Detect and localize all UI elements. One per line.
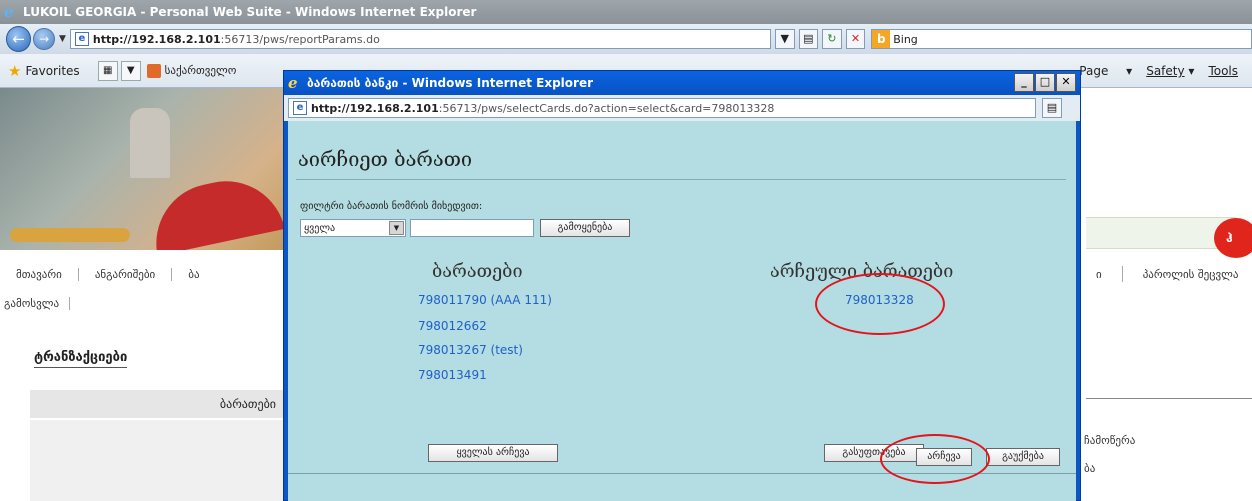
filter-label: ფილტრი ბარათის ნომრის მიხედვით: (300, 201, 483, 212)
available-cards-title: ბარათები (432, 261, 523, 282)
history-dropdown-icon[interactable]: ▼ (59, 34, 66, 44)
red-round-button[interactable]: ჰ (1214, 218, 1252, 258)
favorites-star-icon[interactable]: ★ (8, 62, 21, 80)
header-banner-image (0, 88, 290, 250)
main-url-field[interactable]: e http://192.168.2.101 :56713/pws/report… (69, 29, 771, 49)
popup-url-host: http://192.168.2.101 (311, 101, 439, 115)
main-window-title: LUKOIL GEORGIA - Personal Web Suite - Wi… (23, 5, 477, 19)
close-button[interactable]: ✕ (1056, 73, 1076, 92)
select-arrow-icon[interactable]: ▼ (389, 221, 404, 235)
available-card-item[interactable]: 798013491 (418, 368, 487, 382)
popup-ie-logo-icon: e (288, 74, 298, 92)
search-field[interactable]: b Bing (871, 29, 1252, 49)
command-bar: Page ▾ Safety ▾ Tools (1079, 54, 1252, 88)
cancel-button[interactable]: გაუქმება (986, 448, 1060, 466)
nav-change-password[interactable]: პაროლის შეცვლა (1133, 268, 1249, 281)
url-dropdown-icon[interactable]: ▼ (774, 29, 795, 49)
right-partial-text-1: ჩამოწერა (1084, 434, 1136, 447)
maximize-button[interactable]: □ (1035, 73, 1055, 92)
heading-divider (296, 179, 1066, 180)
available-card-item[interactable]: 798012662 (418, 319, 487, 333)
tools-menu-label: Tools (1208, 64, 1238, 78)
main-title-bar: e LUKOIL GEORGIA - Personal Web Suite - … (0, 0, 1252, 24)
quick-tabs-icon[interactable]: ▦ (97, 60, 118, 81)
main-address-bar: ← → ▼ e http://192.168.2.101 :56713/pws/… (0, 24, 1252, 54)
back-button[interactable]: ← (6, 26, 32, 52)
popup-compatibility-icon[interactable]: ▤ (1042, 98, 1062, 118)
umbrella-handle-shape (10, 228, 130, 242)
stop-icon[interactable]: ✕ (845, 29, 866, 49)
page-menu[interactable]: Page ▾ (1079, 64, 1132, 78)
main-url-host: http://192.168.2.101 (92, 32, 221, 46)
nav-separator (1121, 266, 1123, 282)
select-all-button[interactable]: ყველას არჩევა (428, 444, 558, 462)
compatibility-view-icon[interactable]: ▤ (798, 29, 819, 49)
popup-url-field[interactable]: e http://192.168.2.101 :56713/pws/select… (288, 98, 1036, 118)
secondary-navigation: გამოსვლა (0, 292, 71, 314)
filter-card-number-input[interactable] (410, 219, 534, 237)
popup-window-controls: _ □ ✕ (1013, 73, 1076, 92)
right-divider (1086, 398, 1252, 399)
safety-menu-label: Safety (1146, 64, 1185, 78)
bing-icon: b (872, 30, 891, 48)
nav-home[interactable]: მთავარი (0, 267, 79, 281)
safety-menu[interactable]: Safety ▾ (1146, 64, 1194, 78)
main-url-path: :56713/pws/reportParams.do (220, 32, 380, 46)
apply-filter-button[interactable]: გამოყენება (540, 219, 630, 237)
popup-heading: აირჩიეთ ბარათი (298, 147, 473, 171)
right-partial-text-2: ბა (1084, 462, 1096, 475)
popup-url-path: :56713/pws/selectCards.do?action=select&… (438, 101, 775, 115)
nav-partial-item[interactable]: ი (1086, 268, 1112, 281)
search-engine-name: Bing (893, 32, 918, 46)
favorite-site-link[interactable]: საქართველო (146, 63, 237, 78)
page-icon: e (74, 32, 89, 46)
available-card-item[interactable]: 798011790 (AAA 111) (418, 293, 552, 307)
favorite-site-label: საქართველო (164, 64, 237, 77)
filter-type-select[interactable]: ყველა ▼ (300, 219, 406, 237)
favorites-button[interactable]: Favorites (25, 64, 79, 78)
refresh-icon[interactable]: ↻ (822, 29, 842, 49)
site-favicon-icon (146, 63, 161, 78)
page-menu-label: Page (1079, 64, 1109, 78)
highlight-circle-selected-card (815, 273, 945, 335)
nav-logout[interactable]: გამოსვლა (0, 296, 71, 310)
available-card-item[interactable]: 798013267 (test) (418, 343, 523, 357)
popup-title-bar: e ბარათის ბანკი - Windows Internet Explo… (284, 71, 1080, 95)
ie-logo-icon: e (4, 3, 14, 21)
nav-cards[interactable]: ბა (172, 268, 215, 281)
tools-menu[interactable]: Tools (1208, 64, 1238, 78)
popup-page-icon: e (293, 101, 307, 115)
filter-type-value: ყველა (304, 222, 336, 234)
forward-button[interactable]: → (33, 28, 55, 50)
transactions-title: ტრანზაქციები (34, 350, 128, 368)
cards-column-header: ბარათები (30, 390, 288, 418)
tab-list-icon[interactable]: ▼ (120, 60, 141, 81)
highlight-circle-ok-button (880, 434, 990, 484)
cards-column-body (30, 420, 288, 501)
minimize-button[interactable]: _ (1014, 73, 1034, 92)
popup-address-bar: e http://192.168.2.101 :56713/pws/select… (284, 95, 1080, 121)
popup-window-title: ბარათის ბანკი - Windows Internet Explore… (307, 76, 594, 90)
navigation-right: ი პაროლის შეცვლა (1086, 262, 1248, 286)
umbrella-shape (145, 170, 285, 250)
nav-reports[interactable]: ანგარიშები (79, 267, 173, 281)
church-tower-shape (130, 108, 170, 178)
